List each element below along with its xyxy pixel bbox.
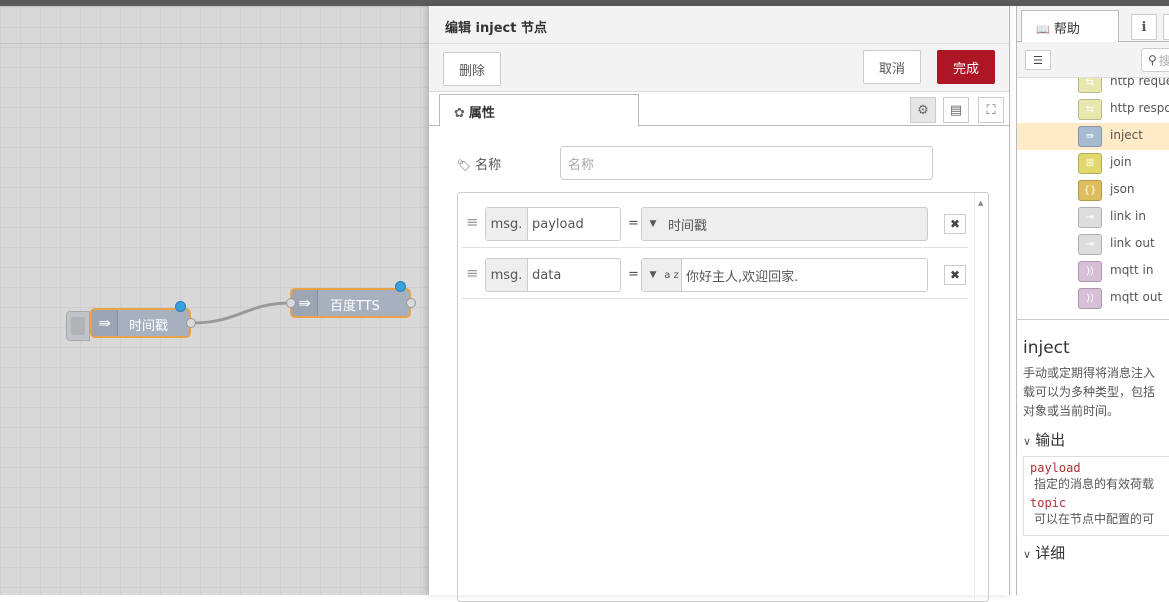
property-row: ≡ msg. payload = ▼ 时间戳 ✖	[462, 198, 968, 248]
delete-button[interactable]: 删除	[443, 52, 501, 86]
property-value-input[interactable]: ▼ a z 你好主人,欢迎回家.	[641, 258, 928, 292]
inject-arrow-icon: ⇛	[92, 310, 118, 336]
gear-icon: ✿	[454, 106, 465, 121]
name-input[interactable]: 名称	[560, 146, 933, 180]
remove-row-button[interactable]: ✖	[944, 214, 966, 234]
output-list: payload 指定的消息的有效荷载 topic 可以在节点中配置的可	[1023, 456, 1169, 536]
editor-toolbar: 删除 取消 完成	[429, 44, 1009, 92]
node-editor-tray: 编辑 inject 节点 删除 取消 完成 ✿ 属性 ⚙ ▤ ⛶ 🏷 名称 名称 …	[428, 6, 1010, 602]
help-description: 手动或定期得将消息注入 载可以为多种类型，包括 对象或当前时间。	[1023, 366, 1156, 418]
remove-row-button[interactable]: ✖	[944, 265, 966, 285]
caret-down-icon: ▼	[649, 219, 657, 229]
node-type-icon: ⇛	[1078, 126, 1102, 147]
flow-node-baidu-tts[interactable]: ⇛ 百度TTS	[290, 288, 411, 318]
output-section-toggle[interactable]: ∨ 输出	[1023, 429, 1169, 450]
list-item[interactable]: )) mqtt in	[1017, 258, 1169, 285]
node-type-icon: ⇥	[1078, 207, 1102, 228]
equals-sign: =	[628, 267, 639, 282]
string-type-icon: a z	[662, 259, 682, 291]
inject-trigger-button[interactable]	[66, 311, 90, 341]
output-desc: 指定的消息的有效荷载	[1034, 477, 1155, 491]
caret-down-icon[interactable]: ▼	[642, 259, 664, 291]
tab-help[interactable]: 📖 帮助	[1021, 10, 1119, 43]
msg-prefix: msg.	[486, 259, 528, 291]
help-title: inject	[1023, 338, 1070, 358]
drag-handle-icon[interactable]: ≡	[466, 266, 479, 281]
node-output-port[interactable]	[186, 318, 196, 328]
node-type-icon: {}	[1078, 180, 1102, 201]
node-type-icon: ⇆	[1078, 99, 1102, 120]
tag-icon: 🏷	[457, 159, 471, 172]
property-row: ≡ msg. data = ▼ a z 你好主人,欢迎回家. ✖	[462, 249, 968, 299]
changed-indicator-dot	[395, 281, 406, 292]
done-button[interactable]: 完成	[937, 50, 995, 84]
sidebar-tabs: 📖 帮助 i	[1017, 6, 1169, 43]
help-search-input[interactable]: ⚲ 搜	[1141, 48, 1169, 72]
property-key-input[interactable]: msg. data	[485, 258, 621, 292]
details-section-toggle[interactable]: ∨ 详细	[1023, 542, 1169, 563]
list-icon: ☰	[1033, 53, 1043, 67]
list-item[interactable]: ⇥ link out	[1017, 231, 1169, 258]
tab-label: 属性	[468, 106, 495, 121]
node-label: 时间戳	[129, 319, 169, 334]
scroll-up-icon: ▲	[978, 199, 984, 207]
property-key: data	[532, 267, 562, 283]
node-input-port[interactable]	[286, 298, 296, 308]
chevron-down-icon: ∨	[1023, 435, 1032, 448]
gear-icon: ⚙	[917, 102, 929, 118]
editor-title: 编辑 inject 节点	[429, 6, 1009, 44]
flow-workspace[interactable]: ⇛ 时间戳 ⇛ 百度TTS	[0, 6, 428, 595]
msg-prefix: msg.	[486, 208, 528, 240]
list-item[interactable]: ⇥ link in	[1017, 204, 1169, 231]
sidebar-toolbar: ☰ ⚲ 搜	[1017, 42, 1169, 78]
equals-sign: =	[628, 216, 639, 231]
list-item[interactable]: ⊞ join	[1017, 150, 1169, 177]
node-type-icon: ⇆	[1078, 78, 1102, 93]
book-icon: 📖	[1036, 23, 1050, 36]
tab-more[interactable]	[1163, 14, 1169, 40]
tab-properties[interactable]: ✿ 属性	[439, 94, 639, 127]
help-sidebar: 📖 帮助 i ☰ ⚲ 搜 ⇆ http reque ⇆ http respo ⇛…	[1016, 6, 1169, 595]
property-key-input[interactable]: msg. payload	[485, 207, 621, 241]
output-desc: 可以在节点中配置的可	[1034, 512, 1155, 526]
list-item[interactable]: {} json	[1017, 177, 1169, 204]
property-key: payload	[532, 216, 584, 232]
node-output-port[interactable]	[406, 298, 416, 308]
help-content: inject 手动或定期得将消息注入 载可以为多种类型，包括 对象或当前时间。 …	[1023, 338, 1169, 563]
node-type-icon: ))	[1078, 288, 1102, 309]
drag-handle-icon[interactable]: ≡	[466, 215, 479, 230]
property-value: 你好主人,欢迎回家.	[686, 269, 799, 285]
close-icon: ✖	[949, 217, 961, 231]
search-icon: ⚲	[1148, 53, 1157, 67]
document-icon: ▤	[949, 102, 963, 118]
list-view-button[interactable]: ☰	[1025, 50, 1051, 70]
property-value: 时间戳	[668, 218, 708, 234]
list-item[interactable]: ⇛ inject	[1017, 123, 1169, 150]
list-item[interactable]: )) mqtt out	[1017, 285, 1169, 312]
list-item[interactable]: ⇆ http respo	[1017, 96, 1169, 123]
flow-node-timestamp[interactable]: ⇛ 时间戳	[90, 308, 191, 338]
list-scrollbar[interactable]: ▲	[974, 193, 988, 601]
tab-info[interactable]: i	[1131, 14, 1157, 40]
close-icon: ✖	[949, 268, 961, 282]
property-value-select[interactable]: ▼ 时间戳	[641, 207, 928, 241]
frame-icon: ⛶	[986, 102, 996, 118]
cancel-button[interactable]: 取消	[863, 50, 921, 84]
node-label: 百度TTS	[330, 299, 380, 314]
list-item[interactable]: ⇆ http reque	[1017, 78, 1169, 96]
description-tab-button[interactable]: ▤	[943, 97, 969, 123]
appearance-tab-button[interactable]: ⛶	[978, 97, 1004, 123]
node-type-icon: ))	[1078, 261, 1102, 282]
settings-tab-button[interactable]: ⚙	[910, 97, 936, 123]
node-type-icon: ⇥	[1078, 234, 1102, 255]
changed-indicator-dot	[175, 301, 186, 312]
chevron-down-icon: ∨	[1023, 548, 1032, 561]
editor-tabs: ✿ 属性 ⚙ ▤ ⛶	[429, 92, 1009, 127]
output-name: payload	[1030, 461, 1081, 475]
node-palette-list: ⇆ http reque ⇆ http respo ⇛ inject ⊞ joi…	[1017, 78, 1169, 320]
name-label: 🏷 名称	[457, 158, 502, 173]
output-name: topic	[1030, 496, 1067, 510]
property-list: ▲ ≡ msg. payload = ▼ 时间戳 ✖ ≡ msg. data =…	[457, 192, 989, 602]
node-type-icon: ⊞	[1078, 153, 1102, 174]
